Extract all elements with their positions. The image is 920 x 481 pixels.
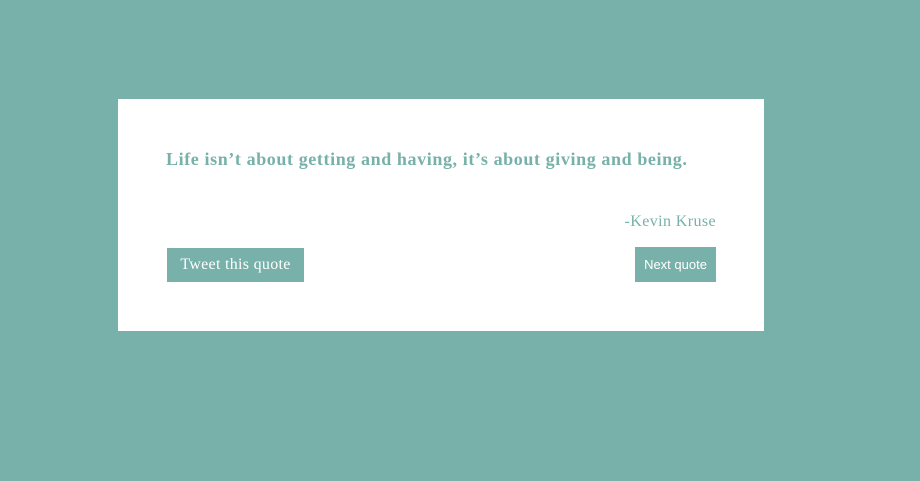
- quote-text: Life isn’t about getting and having, it’…: [166, 149, 688, 169]
- quote-author: -Kevin Kruse: [624, 213, 716, 230]
- page-background: Life isn’t about getting and having, it’…: [0, 0, 920, 481]
- quote-box: Life isn’t about getting and having, it’…: [118, 99, 764, 331]
- next-quote-button[interactable]: Next quote: [635, 247, 716, 282]
- tweet-quote-button[interactable]: Tweet this quote: [167, 248, 304, 282]
